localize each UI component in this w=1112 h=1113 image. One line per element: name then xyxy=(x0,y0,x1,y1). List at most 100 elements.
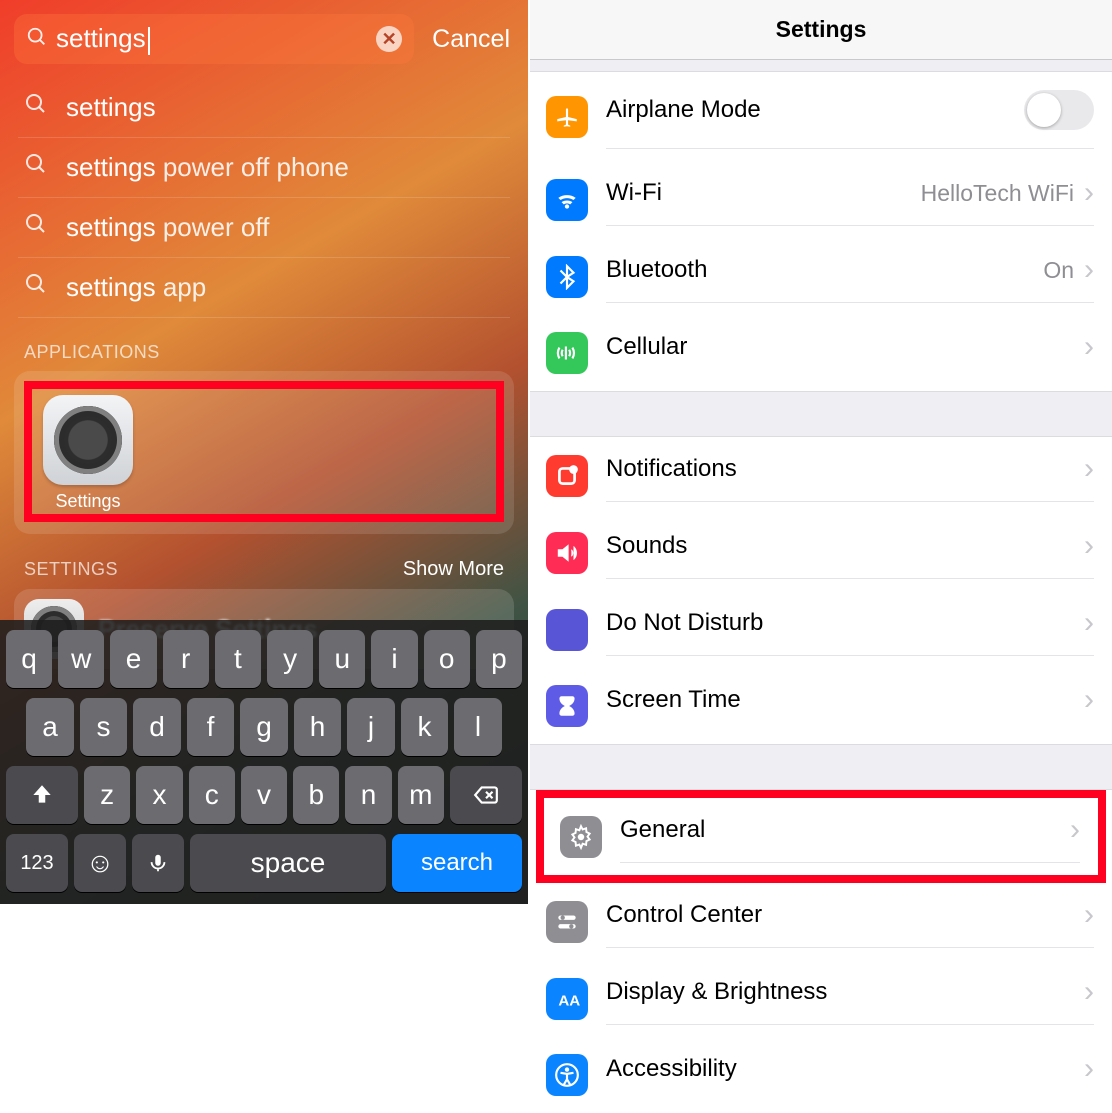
key-l[interactable]: l xyxy=(454,698,502,756)
show-more-button[interactable]: Show More xyxy=(403,558,504,581)
key-w[interactable]: w xyxy=(58,630,104,688)
suggestion-item[interactable]: settings power off xyxy=(18,198,510,258)
numbers-key[interactable]: 123 xyxy=(6,834,68,892)
settings-row-accessibility[interactable]: Accessibility› xyxy=(530,1037,1112,1113)
key-v[interactable]: v xyxy=(241,766,287,824)
row-label: Display & Brightness xyxy=(606,978,827,1006)
search-icon xyxy=(24,152,48,183)
row-content: Cellular› xyxy=(606,327,1094,379)
settings-app-icon xyxy=(43,395,133,485)
key-o[interactable]: o xyxy=(424,630,470,688)
general-icon xyxy=(560,816,602,858)
row-label: Notifications xyxy=(606,455,737,483)
key-e[interactable]: e xyxy=(110,630,156,688)
settings-group: Airplane Mode Wi-FiHelloTech WiFi› Bluetoo… xyxy=(530,72,1112,391)
search-input[interactable]: settings xyxy=(48,23,376,54)
keyboard-row: q w e r t y u i o p xyxy=(6,630,522,688)
search-icon xyxy=(24,272,48,303)
row-content: Notifications› xyxy=(606,449,1094,502)
applications-header: APPLICATIONS xyxy=(0,318,528,371)
settings-row-wi-fi[interactable]: Wi-FiHelloTech WiFi› xyxy=(530,161,1112,238)
key-r[interactable]: r xyxy=(163,630,209,688)
clear-search-icon[interactable]: ✕ xyxy=(376,26,402,52)
space-key[interactable]: space xyxy=(190,834,386,892)
row-content: Do Not Disturb› xyxy=(606,603,1094,656)
key-q[interactable]: q xyxy=(6,630,52,688)
key-t[interactable]: t xyxy=(215,630,261,688)
key-z[interactable]: z xyxy=(84,766,130,824)
suggestion-item[interactable]: settings power off phone xyxy=(18,138,510,198)
notifications-icon xyxy=(546,455,588,497)
key-n[interactable]: n xyxy=(345,766,391,824)
settings-row-display-brightness[interactable]: AADisplay & Brightness› xyxy=(530,960,1112,1037)
settings-row-control-center[interactable]: Control Center› xyxy=(530,883,1112,960)
display-icon: AA xyxy=(546,978,588,1020)
mic-key[interactable] xyxy=(132,834,184,892)
search-icon xyxy=(24,92,48,123)
suggestion-list: settings settings power off phone settin… xyxy=(0,78,528,318)
row-content: Accessibility› xyxy=(606,1049,1094,1101)
backspace-key[interactable] xyxy=(450,766,522,824)
settings-row-notifications[interactable]: Notifications› xyxy=(530,437,1112,514)
sounds-icon xyxy=(546,532,588,574)
key-i[interactable]: i xyxy=(371,630,417,688)
settings-row-airplane-mode[interactable]: Airplane Mode xyxy=(530,72,1112,161)
key-s[interactable]: s xyxy=(80,698,128,756)
row-label: Wi-Fi xyxy=(606,179,662,207)
row-label: Sounds xyxy=(606,532,687,560)
key-g[interactable]: g xyxy=(240,698,288,756)
key-c[interactable]: c xyxy=(189,766,235,824)
key-d[interactable]: d xyxy=(133,698,181,756)
keyboard: q w e r t y u i o p a s d f g h j k l z … xyxy=(0,620,528,904)
key-h[interactable]: h xyxy=(294,698,342,756)
cellular-icon xyxy=(546,332,588,374)
key-p[interactable]: p xyxy=(476,630,522,688)
settings-row-bluetooth[interactable]: BluetoothOn› xyxy=(530,238,1112,315)
emoji-key[interactable]: ☺ xyxy=(74,834,126,892)
cancel-button[interactable]: Cancel xyxy=(424,25,518,54)
settings-app-label: Settings xyxy=(55,491,120,512)
key-y[interactable]: y xyxy=(267,630,313,688)
row-label: Do Not Disturb xyxy=(606,609,763,637)
key-f[interactable]: f xyxy=(187,698,235,756)
row-content: Control Center› xyxy=(606,895,1094,948)
key-k[interactable]: k xyxy=(401,698,449,756)
key-m[interactable]: m xyxy=(398,766,444,824)
search-field[interactable]: settings ✕ xyxy=(14,14,414,64)
settings-row-do-not-disturb[interactable]: Do Not Disturb› xyxy=(530,591,1112,668)
toggle[interactable] xyxy=(1024,90,1094,130)
key-x[interactable]: x xyxy=(136,766,182,824)
key-b[interactable]: b xyxy=(293,766,339,824)
settings-row-sounds[interactable]: Sounds› xyxy=(530,514,1112,591)
settings-header-label: SETTINGS xyxy=(24,559,118,580)
settings-row-general[interactable]: General› xyxy=(536,790,1106,883)
key-u[interactable]: u xyxy=(319,630,365,688)
row-label: Control Center xyxy=(606,901,762,929)
row-label: Bluetooth xyxy=(606,256,707,284)
divider xyxy=(530,60,1112,72)
row-content: General› xyxy=(620,810,1080,863)
key-j[interactable]: j xyxy=(347,698,395,756)
settings-app[interactable]: Settings xyxy=(34,395,142,512)
row-content: BluetoothOn› xyxy=(606,250,1094,303)
highlight-box: Settings xyxy=(24,381,504,522)
settings-row-cellular[interactable]: Cellular› xyxy=(530,315,1112,391)
row-label: General xyxy=(620,816,705,844)
settings-group: General› Control Center› AA Display & Brigh… xyxy=(530,790,1112,1113)
row-label: Accessibility xyxy=(606,1055,737,1083)
search-key[interactable]: search xyxy=(392,834,522,892)
row-label: Airplane Mode xyxy=(606,96,761,124)
key-a[interactable]: a xyxy=(26,698,74,756)
search-bar: settings ✕ Cancel xyxy=(0,0,528,78)
suggestion-item[interactable]: settings xyxy=(18,78,510,138)
row-label: Screen Time xyxy=(606,686,741,714)
settings-row-screen-time[interactable]: Screen Time› xyxy=(530,668,1112,744)
spotlight-search-screen: settings ✕ Cancel settings settings powe… xyxy=(0,0,528,904)
row-content: Wi-FiHelloTech WiFi› xyxy=(606,173,1094,226)
settings-section-header: SETTINGS Show More xyxy=(0,534,528,589)
suggestion-item[interactable]: settings app xyxy=(18,258,510,318)
shift-key[interactable] xyxy=(6,766,78,824)
accessibility-icon xyxy=(546,1054,588,1096)
bluetooth-icon xyxy=(546,256,588,298)
row-content: Screen Time› xyxy=(606,680,1094,732)
